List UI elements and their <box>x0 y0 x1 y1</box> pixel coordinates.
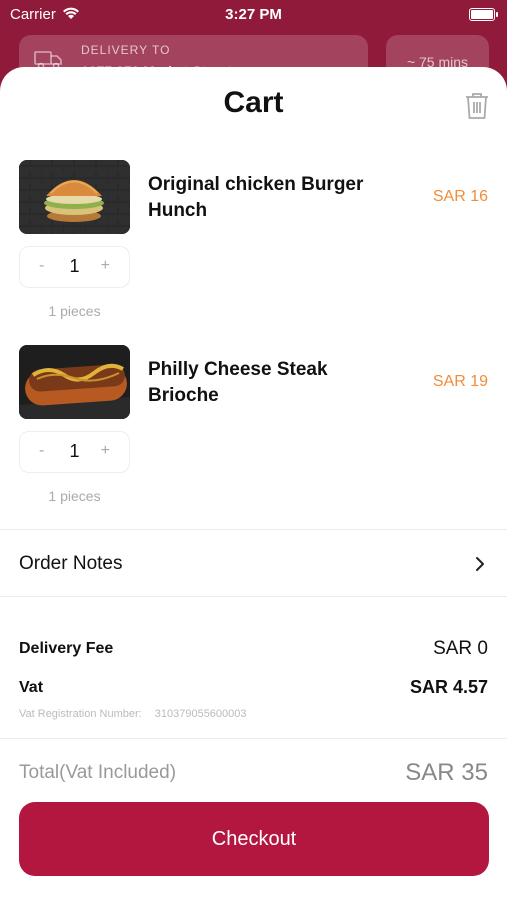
trash-icon[interactable] <box>464 92 490 125</box>
delivery-to-label: DELIVERY TO <box>81 43 171 57</box>
clock: 3:27 PM <box>225 6 282 23</box>
vat-registration: Vat Registration Number: 310379055600003 <box>19 708 247 720</box>
hotdog-image <box>19 345 130 419</box>
order-notes-row[interactable]: Order Notes <box>0 530 507 596</box>
chevron-right-icon <box>475 556 485 577</box>
item-price: SAR 19 <box>432 373 488 390</box>
checkout-button[interactable]: Checkout <box>19 802 489 876</box>
total-row: Total(Vat Included) SAR 35 <box>19 759 488 786</box>
pieces-label: 1 pieces <box>48 488 101 504</box>
quantity-stepper: - 1 + <box>19 431 130 473</box>
divider <box>0 596 507 597</box>
vat-label: Vat <box>19 679 44 696</box>
cart-item: Original chicken Burger Hunch SAR 16 - 1… <box>0 160 507 330</box>
total-label: Total <box>19 762 60 783</box>
vat-value: SAR 4.57 <box>409 677 488 697</box>
total-vat-note: (Vat Included) <box>59 762 177 783</box>
vat-registration-label: Vat Registration Number: <box>19 708 142 720</box>
order-notes-label: Order Notes <box>19 553 123 574</box>
burger-image <box>19 160 130 234</box>
cart-item: Philly Cheese Steak Brioche SAR 19 - 1 +… <box>0 345 507 515</box>
divider <box>0 738 507 739</box>
increase-button[interactable]: + <box>101 257 110 275</box>
vat-registration-number: 310379055600003 <box>154 708 247 720</box>
quantity-stepper: - 1 + <box>19 246 130 288</box>
quantity-value: 1 <box>69 441 80 461</box>
pieces-label: 1 pieces <box>48 303 101 319</box>
increase-button[interactable]: + <box>101 442 110 460</box>
status-bar: Carrier 3:27 PM <box>0 0 507 30</box>
item-name[interactable]: Philly Cheese Steak Brioche <box>148 357 398 409</box>
delivery-fee-label: Delivery Fee <box>19 640 114 657</box>
item-price: SAR 16 <box>432 188 488 205</box>
item-name[interactable]: Original chicken Burger Hunch <box>148 172 398 224</box>
delivery-fee-value: SAR 0 <box>433 638 488 659</box>
battery-icon <box>469 8 498 21</box>
total-value: SAR 35 <box>405 759 488 786</box>
cart-sheet: Cart Original chicken Burger Hunch SAR 1… <box>0 67 507 900</box>
quantity-value: 1 <box>69 256 80 276</box>
page-title: Cart <box>223 86 284 119</box>
